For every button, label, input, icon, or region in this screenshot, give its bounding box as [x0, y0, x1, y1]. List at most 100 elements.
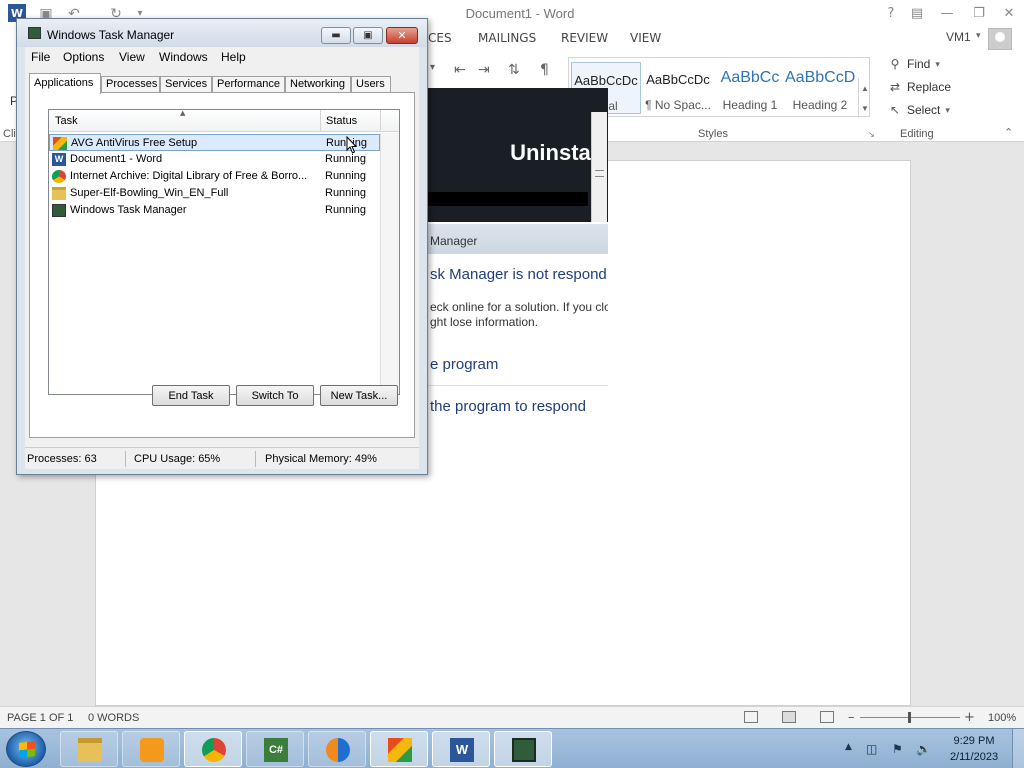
collapse-ribbon-icon[interactable]: ⌃ — [1004, 126, 1013, 139]
table-row[interactable]: W Document1 - Word Running — [49, 151, 380, 168]
list-scrollbar[interactable] — [380, 133, 399, 394]
find-button[interactable]: ⚲ Find ▾ — [888, 54, 940, 74]
taskbar-explorer[interactable] — [60, 731, 118, 767]
tab-view[interactable]: VIEW — [630, 31, 661, 45]
zoom-level[interactable]: 100% — [988, 712, 1016, 724]
column-divider[interactable] — [320, 110, 321, 132]
taskbar-avg[interactable] — [370, 731, 428, 767]
tab-processes[interactable]: Processes — [101, 76, 160, 93]
tab-users[interactable]: Users — [351, 76, 391, 93]
style-name: Heading 2 — [792, 98, 848, 112]
scrollbar-grip[interactable] — [595, 170, 604, 177]
table-row[interactable]: Internet Archive: Digital Library of Fre… — [49, 168, 380, 185]
show-hidden-icons-icon[interactable]: ▲ — [845, 742, 852, 752]
avatar[interactable] — [988, 28, 1012, 50]
menu-file[interactable]: File — [31, 50, 50, 64]
styles-launcher-icon[interactable]: ↘ — [868, 130, 875, 139]
clock-date[interactable]: 2/11/2023 — [934, 751, 1014, 763]
avg-scrollbar[interactable] — [591, 112, 607, 222]
style-no-spacing[interactable]: AaBbCcDc ¶ No Spac... — [643, 62, 713, 114]
close-program-option[interactable]: e program — [430, 356, 498, 373]
minimize-button[interactable]: ▬ — [321, 27, 351, 44]
action-center-flag-icon[interactable]: ⚑ — [892, 742, 906, 756]
gallery-more-icon[interactable]: ▼ — [858, 98, 871, 118]
switch-to-button[interactable]: Switch To — [236, 385, 314, 406]
word-count[interactable]: 0 WORDS — [88, 712, 139, 724]
maximize-icon: ▣ — [363, 30, 373, 41]
taskbar-media-player[interactable] — [122, 731, 180, 767]
read-mode-icon[interactable] — [744, 711, 758, 723]
menu-windows[interactable]: Windows — [159, 50, 208, 64]
menu-options[interactable]: Options — [63, 50, 104, 64]
column-task[interactable]: Task — [55, 115, 78, 127]
chevron-down-icon: ▾ — [945, 104, 950, 115]
divider — [125, 451, 126, 467]
column-divider[interactable] — [380, 110, 381, 132]
folder-icon — [52, 187, 66, 200]
tab-mailings[interactable]: MAILINGS — [478, 31, 536, 45]
taskbar-chrome[interactable] — [184, 731, 242, 767]
style-heading-1[interactable]: AaBbCc Heading 1 — [715, 62, 785, 114]
page-count[interactable]: PAGE 1 OF 1 — [7, 712, 73, 724]
network-icon[interactable]: ◫ — [866, 742, 880, 756]
tab-performance[interactable]: Performance — [212, 76, 285, 93]
new-task-button[interactable]: New Task... — [320, 385, 398, 406]
table-row[interactable]: AVG AntiVirus Free Setup Running — [49, 134, 380, 151]
zoom-slider[interactable] — [860, 712, 960, 723]
close-icon[interactable]: ✕ — [998, 2, 1020, 24]
taskbar-task-manager[interactable] — [494, 731, 552, 767]
clock-time[interactable]: 9:29 PM — [934, 735, 1014, 747]
sort-icon[interactable]: ⇅ — [508, 62, 520, 78]
column-status[interactable]: Status — [326, 115, 357, 127]
replace-button[interactable]: ⇄ Replace — [888, 77, 951, 97]
taskbar-word[interactable]: W — [432, 731, 490, 767]
account-dropdown-icon[interactable]: ▾ — [976, 31, 981, 41]
tab-references[interactable]: CES — [428, 31, 452, 45]
zoom-slider-thumb[interactable] — [908, 712, 911, 723]
tab-services[interactable]: Services — [160, 76, 212, 93]
decrease-indent-icon[interactable]: ⇤ — [454, 62, 466, 78]
table-row[interactable]: Windows Task Manager Running — [49, 202, 380, 219]
close-button[interactable]: ✕ — [386, 27, 418, 44]
show-desktop-button[interactable] — [1012, 729, 1024, 768]
dropdown-icon[interactable]: ▾ — [430, 62, 435, 73]
task-manager-icon — [28, 27, 41, 39]
taskbar-csharp[interactable]: C# — [246, 731, 304, 767]
table-row[interactable]: Super-Elf-Bowling_Win_EN_Full Running — [49, 185, 380, 202]
menu-view[interactable]: View — [119, 50, 145, 64]
style-heading-2[interactable]: AaBbCcD Heading 2 — [785, 62, 855, 114]
task-status: Running — [325, 153, 366, 165]
wait-for-program-option[interactable]: the program to respond — [430, 398, 586, 415]
tab-strip: Applications Processes Services Performa… — [29, 73, 415, 94]
zoom-in-icon[interactable]: + — [964, 710, 975, 725]
show-paragraph-marks-icon[interactable]: ¶ — [540, 62, 549, 78]
start-button[interactable] — [6, 731, 46, 767]
dialog-heading: sk Manager is not respond — [430, 266, 607, 283]
tab-applications[interactable]: Applications — [29, 73, 101, 94]
gallery-up-icon[interactable]: ▲ — [858, 78, 871, 98]
web-layout-icon[interactable] — [820, 711, 834, 723]
menu-help[interactable]: Help — [221, 50, 246, 64]
help-icon[interactable]: ? — [880, 2, 902, 24]
restore-icon[interactable]: ❐ — [968, 2, 990, 24]
word-document-title: Document1 - Word — [465, 6, 575, 21]
chrome-icon — [52, 170, 66, 183]
style-name: Heading 1 — [722, 98, 778, 112]
find-label: Find — [907, 57, 931, 71]
maximize-button[interactable]: ▣ — [353, 27, 383, 44]
minimize-icon[interactable]: — — [936, 2, 958, 24]
increase-indent-icon[interactable]: ⇥ — [478, 62, 490, 78]
select-label: Select — [907, 103, 941, 117]
account-name[interactable]: VM1 — [946, 30, 971, 44]
select-button[interactable]: ↖ Select ▾ — [888, 100, 950, 120]
ribbon-display-icon[interactable]: ▤ — [906, 2, 928, 24]
tab-networking[interactable]: Networking — [285, 76, 351, 93]
volume-icon[interactable]: 🔈 — [916, 742, 931, 756]
tab-review[interactable]: REVIEW — [561, 31, 608, 45]
print-layout-icon[interactable] — [782, 711, 796, 723]
task-manager-title-bar[interactable]: Windows Task Manager ▬ ▣ ✕ — [17, 19, 427, 47]
zoom-out-icon[interactable]: – — [848, 710, 855, 725]
dialog-message-line-1: eck online for a solution. If you clo — [430, 300, 608, 314]
end-task-button[interactable]: End Task — [152, 385, 230, 406]
taskbar-avg-secure[interactable] — [308, 731, 366, 767]
